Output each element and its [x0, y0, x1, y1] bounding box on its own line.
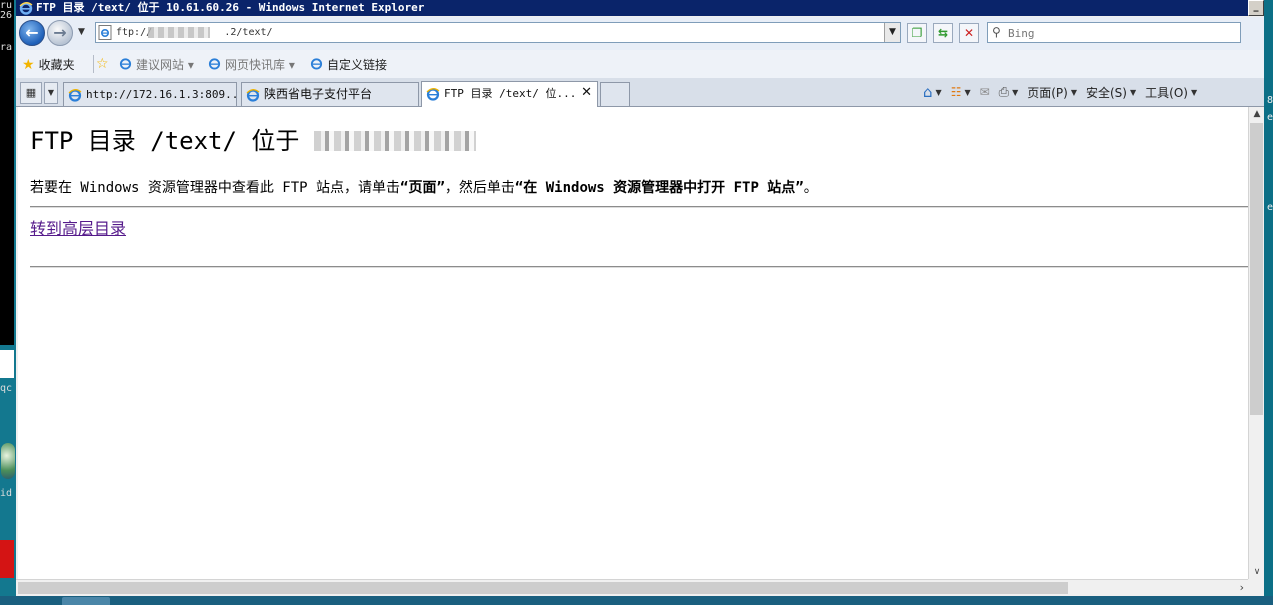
chevron-down-icon[interactable]: ▼	[1191, 88, 1197, 97]
search-input[interactable]	[1008, 25, 1236, 41]
tab-shaanxi-payment[interactable]: 陕西省电子支付平台	[241, 82, 419, 106]
add-favorite-icon: ☆	[96, 56, 109, 72]
window-title: FTP 目录 /text/ 位于 10.61.60.26 - Windows I…	[36, 1, 425, 14]
desktop-text: 26	[0, 10, 13, 21]
url-input[interactable]	[116, 24, 876, 41]
page-icon	[98, 25, 112, 44]
scrollbar-corner	[1248, 579, 1264, 596]
star-icon: ★	[22, 56, 35, 73]
tab-list-dropdown[interactable]: ▼	[44, 82, 58, 104]
close-tab-icon[interactable]: ✕	[581, 82, 592, 104]
desktop-window-fragment	[0, 350, 14, 378]
home-icon[interactable]: ⌂	[923, 83, 933, 101]
tab-label: http://172.16.1.3:809...	[86, 88, 237, 101]
favorites-item-web-slice-gallery[interactable]: 网页快讯库 ▾	[208, 56, 295, 73]
scrollbar-thumb[interactable]	[18, 582, 1068, 594]
desktop-text: id	[0, 488, 13, 499]
ie-window: FTP 目录 /text/ 位于 10.61.60.26 - Windows I…	[16, 0, 1264, 596]
tab-label: FTP 目录 /text/ 位...	[444, 87, 577, 100]
favorites-item-label: 建议网站 ▾	[136, 58, 194, 72]
new-tab-button[interactable]	[600, 82, 630, 106]
add-to-favorites-button[interactable]: ☆	[96, 56, 109, 72]
ie-icon	[246, 87, 260, 106]
feeds-icon[interactable]: ☷	[951, 85, 962, 99]
print-icon[interactable]: ⎙	[999, 85, 1009, 100]
back-button[interactable]: ←	[19, 20, 45, 46]
chevron-down-icon[interactable]: ▼	[1130, 88, 1136, 97]
command-bar: ⌂ ▼ ☷ ▼ ✉ ⎙ ▼ 页面(P) ▼ 安全(S) ▼ 工具(O) ▼	[923, 83, 1197, 101]
redacted-host	[148, 27, 210, 38]
instruction-part: 若要在 Windows 资源管理器中查看此 FTP 站点，请单击	[30, 180, 401, 196]
tab-http-172[interactable]: http://172.16.1.3:809...	[63, 82, 237, 106]
divider	[30, 206, 1248, 208]
globe-icon[interactable]	[1, 443, 15, 479]
favorites-item-label: 网页快讯库 ▾	[225, 58, 295, 72]
page-title: FTP 目录 /text/ 位于	[30, 121, 476, 156]
favorites-button[interactable]: ★ 收藏夹	[22, 56, 75, 73]
vertical-scrollbar[interactable]: ▲ ∨	[1248, 107, 1264, 579]
address-bar[interactable]: ▼	[95, 22, 901, 43]
chevron-down-icon[interactable]: ▼	[1071, 88, 1077, 97]
horizontal-scrollbar[interactable]: ›	[16, 579, 1248, 596]
chevron-down-icon[interactable]: ∨	[1249, 567, 1265, 577]
taskbar-button[interactable]	[62, 597, 110, 605]
tab-bar: ▦ ▼ http://172.16.1.3:809... 陕西省电子支付平台 F…	[16, 78, 1264, 107]
favorites-item-suggested-sites[interactable]: 建议网站 ▾	[119, 56, 194, 73]
favorites-bar: ★ 收藏夹 ☆ 建议网站 ▾ 网页快讯库 ▾ 自定义链接	[16, 50, 1264, 78]
ie-icon	[68, 87, 82, 106]
quick-tabs-button[interactable]: ▦	[20, 82, 42, 104]
tools-menu[interactable]: 工具(O)	[1145, 84, 1188, 101]
favorites-item-label: 自定义链接	[327, 58, 388, 72]
tab-ftp-directory[interactable]: FTP 目录 /text/ 位... ✕	[421, 81, 598, 107]
ie-icon	[119, 57, 132, 73]
compatibility-view-icon[interactable]: ❐	[907, 23, 927, 43]
redacted-host	[313, 131, 476, 151]
title-bar: FTP 目录 /text/ 位于 10.61.60.26 - Windows I…	[16, 0, 1248, 16]
chevron-right-icon[interactable]: ›	[1240, 581, 1244, 594]
search-box[interactable]: ⚲	[987, 22, 1241, 43]
desktop-red-icon[interactable]	[0, 540, 14, 578]
favorites-label: 收藏夹	[38, 58, 75, 72]
instruction-bold: “页面”	[400, 180, 445, 196]
refresh-icon[interactable]: ⇆	[933, 23, 953, 43]
parent-directory-link[interactable]: 转到高层目录	[30, 215, 126, 239]
search-icon: ⚲	[992, 25, 1001, 39]
ie-icon	[426, 86, 440, 107]
navigation-bar: ← → ▼ ▼ ❐ ⇆ ✕ ⚲	[16, 17, 1264, 50]
chevron-down-icon[interactable]: ▼	[1012, 88, 1018, 97]
scrollbar-thumb[interactable]	[1250, 123, 1263, 415]
desktop-text: 8	[1266, 95, 1273, 106]
chevron-up-icon[interactable]: ▲	[1249, 109, 1265, 119]
instruction-text: 若要在 Windows 资源管理器中查看此 FTP 站点，请单击“页面”，然后单…	[30, 177, 818, 197]
page-content: FTP 目录 /text/ 位于 若要在 Windows 资源管理器中查看此 F…	[18, 107, 1248, 579]
page-title-text: FTP 目录 /text/ 位于	[30, 127, 300, 155]
stop-icon[interactable]: ✕	[959, 23, 979, 43]
desktop-text: ra	[0, 42, 13, 53]
instruction-part: ，然后单击	[444, 180, 515, 196]
address-dropdown-button[interactable]: ▼	[884, 23, 900, 42]
tab-label: 陕西省电子支付平台	[264, 87, 373, 101]
chevron-down-icon[interactable]: ▼	[964, 88, 970, 97]
mail-icon[interactable]: ✉	[980, 85, 990, 99]
page-menu[interactable]: 页面(P)	[1027, 84, 1068, 101]
ie-icon	[208, 57, 221, 73]
divider	[30, 266, 1248, 268]
desktop-right-edge: 8 e e	[1263, 0, 1273, 605]
ie-icon	[310, 57, 323, 73]
desktop-text: e	[1266, 112, 1273, 123]
instruction-part: 。	[803, 180, 818, 196]
taskbar	[0, 596, 1273, 605]
recent-pages-dropdown[interactable]: ▼	[78, 27, 85, 37]
chevron-down-icon[interactable]: ▼	[936, 88, 942, 97]
forward-button[interactable]: →	[47, 20, 73, 46]
minimize-button[interactable]: _	[1248, 0, 1264, 16]
favorites-item-custom-links[interactable]: 自定义链接	[310, 56, 387, 73]
desktop-text: e	[1266, 202, 1273, 213]
instruction-bold: “在 Windows 资源管理器中打开 FTP 站点”	[514, 180, 804, 196]
safety-menu[interactable]: 安全(S)	[1086, 84, 1127, 101]
divider	[93, 55, 94, 73]
desktop-text: qc	[0, 383, 13, 394]
